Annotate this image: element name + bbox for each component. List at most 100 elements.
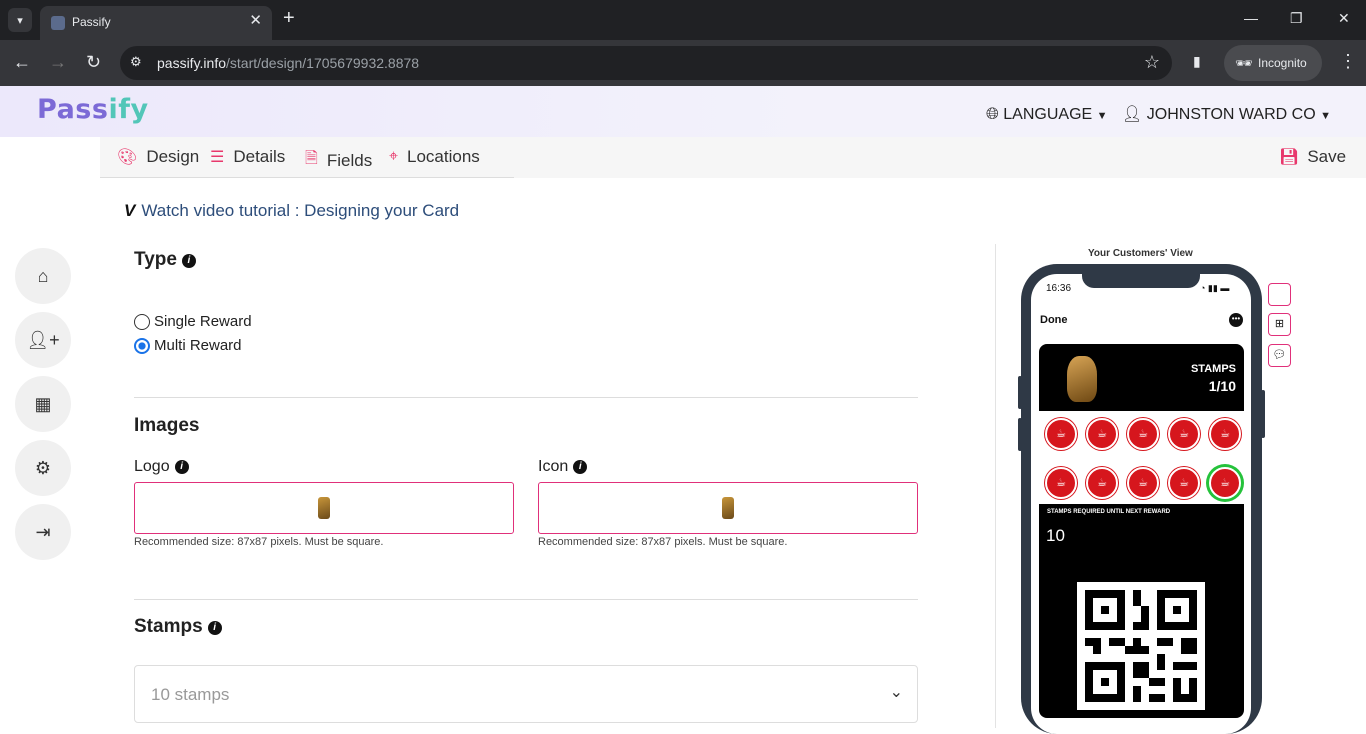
stamps-select[interactable]: 10 stamps ⌄: [134, 665, 918, 723]
tab-locations[interactable]: ⌖ Locations: [389, 147, 480, 167]
logo-hint: Recommended size: 87x87 pixels. Must be …: [134, 536, 384, 548]
sidebar-dashboard-button[interactable]: ▦: [15, 376, 71, 432]
message-preview-button[interactable]: 💬︎: [1268, 344, 1291, 367]
coffee-stamp-icon: ☕︎: [1209, 418, 1241, 450]
sidebar-add-user-button[interactable]: 👤︎+: [15, 312, 71, 368]
qr-code: [1077, 582, 1205, 710]
radio-circle[interactable]: [134, 313, 150, 330]
map-pin-icon: ⌖: [389, 148, 399, 165]
side-panel-icon[interactable]: ▮: [1193, 53, 1201, 70]
coffee-stamp-icon: ☕︎: [1045, 418, 1077, 450]
images-heading: Images: [134, 415, 200, 436]
coffee-stamp-icon: ☕︎: [1209, 467, 1241, 499]
browser-toolbar: ← → ↻ ⚙ passify.info/start/design/170567…: [0, 40, 1366, 86]
apple-preview-button[interactable]: [1268, 283, 1291, 306]
required-value: 10: [1046, 526, 1065, 545]
tab-fields[interactable]: 🗎 Fields: [305, 147, 372, 174]
home-icon: ⌂: [37, 265, 49, 286]
browser-tab-strip: ▾ Passify ✕ + — ❐ ✕: [0, 0, 1366, 40]
address-bar[interactable]: ⚙ passify.info/start/design/1705679932.8…: [120, 46, 1172, 80]
card-logo-image: [1067, 356, 1097, 402]
logo-thumbnail: [318, 497, 330, 519]
file-icon: 🗎: [305, 150, 318, 167]
multi-reward-radio[interactable]: Multi Reward: [134, 337, 242, 354]
icon-upload[interactable]: [538, 482, 918, 534]
incognito-badge[interactable]: 🕶 Incognito: [1224, 45, 1322, 81]
video-tutorial-link[interactable]: V Watch video tutorial : Designing your C…: [124, 201, 459, 221]
design-subnav: 🎨︎ Design ☰ Details 🗎 Fields ⌖ Locations 💾︎ S…: [100, 137, 1366, 178]
coffee-stamp-icon: ☕︎: [1127, 418, 1159, 450]
android-preview-button[interactable]: ⊞: [1268, 313, 1291, 336]
sidebar-home-button[interactable]: ⌂: [15, 248, 71, 304]
icon-thumbnail: [722, 497, 734, 519]
incognito-label: Incognito: [1258, 56, 1307, 70]
info-icon[interactable]: i: [573, 460, 588, 474]
logo-upload[interactable]: [134, 482, 514, 534]
dashboard-icon: ▦: [34, 393, 52, 414]
language-dropdown[interactable]: 🌐︎ LANGUAGE ▼: [986, 106, 1108, 124]
coffee-stamp-icon: ☕︎: [1127, 467, 1159, 499]
user-icon: 👤︎: [1122, 106, 1143, 123]
android-icon: ⊞: [1274, 318, 1285, 330]
phone-status-icons: ◔ ▮▮ ▬: [1200, 283, 1230, 293]
url-text: passify.info/start/design/1705679932.887…: [157, 55, 420, 71]
save-button[interactable]: 💾︎ Save: [1279, 147, 1346, 167]
stamps-heading: Stamps i: [134, 616, 222, 638]
subnav-underline: [100, 177, 514, 178]
back-icon[interactable]: ←: [13, 52, 31, 73]
preview-divider: [995, 244, 996, 728]
site-info-icon[interactable]: ⚙: [130, 54, 142, 70]
phone-done-button: Done: [1040, 314, 1068, 326]
sidebar-logout-button[interactable]: ⇥: [15, 504, 71, 560]
incognito-icon: 🕶: [1235, 55, 1253, 71]
single-reward-radio[interactable]: Single Reward: [134, 313, 252, 330]
stamp-strip: ☕︎ ☕︎ ☕︎ ☕︎ ☕︎ ☕︎ ☕︎ ☕︎ ☕︎ ☕︎: [1039, 411, 1244, 504]
info-icon[interactable]: i: [174, 460, 189, 474]
logo-label: Logo i: [134, 458, 189, 476]
browser-menu-icon[interactable]: ⋮: [1339, 51, 1357, 72]
forward-icon[interactable]: →: [49, 52, 67, 73]
chevron-down-icon: ⌄: [889, 684, 903, 701]
divider: [134, 599, 918, 600]
sidebar-settings-button[interactable]: ⚙: [15, 440, 71, 496]
tab-design[interactable]: 🎨︎ Design: [117, 147, 199, 167]
close-tab-icon[interactable]: ✕: [249, 11, 262, 29]
passify-logo[interactable]: Passify: [37, 94, 149, 125]
user-dropdown[interactable]: 👤︎ JOHNSTON WARD CO ▼: [1122, 104, 1331, 124]
settings-icon: ⚙: [34, 457, 52, 478]
globe-icon: 🌐︎: [986, 106, 999, 123]
loyalty-card-preview: STAMPS 1/10 ☕︎ ☕︎ ☕︎ ☕︎ ☕︎ ☕︎ ☕︎ ☕︎ ☕︎ ☕…: [1039, 344, 1244, 718]
chat-icon: 💬︎: [1272, 349, 1287, 361]
bookmark-star-icon[interactable]: ☆: [1144, 52, 1160, 73]
caret-down-icon: ▼: [1096, 110, 1108, 122]
radio-circle-selected[interactable]: [134, 337, 150, 354]
info-icon[interactable]: i: [207, 621, 222, 635]
coffee-stamp-icon: ☕︎: [1086, 418, 1118, 450]
save-icon: 💾︎: [1279, 149, 1300, 166]
coffee-stamp-icon: ☕︎: [1168, 467, 1200, 499]
stamps-value: 1/10: [1208, 378, 1236, 394]
preview-title: Your Customers' View: [1088, 248, 1193, 259]
tab-search-icon[interactable]: ▾: [8, 8, 32, 32]
caret-down-icon: ▼: [1320, 110, 1331, 122]
coffee-stamp-icon: ☕︎: [1086, 467, 1118, 499]
restore-icon[interactable]: ❐: [1290, 10, 1303, 27]
divider: [134, 397, 918, 398]
stamps-select-value: 10 stamps: [151, 685, 230, 704]
logout-icon: ⇥: [35, 521, 51, 542]
new-tab-icon[interactable]: +: [283, 7, 295, 30]
browser-tab[interactable]: Passify ✕: [40, 6, 272, 40]
palette-icon: 🎨︎: [117, 149, 138, 166]
coffee-stamp-icon: ☕︎: [1168, 418, 1200, 450]
list-icon: ☰: [210, 149, 225, 166]
tab-details[interactable]: ☰ Details: [210, 147, 285, 167]
minimize-icon[interactable]: —: [1244, 10, 1258, 26]
tab-title: Passify: [72, 15, 111, 29]
icon-hint: Recommended size: 87x87 pixels. Must be …: [538, 536, 788, 548]
info-icon[interactable]: i: [181, 254, 196, 268]
add-user-icon: 👤︎+: [26, 329, 60, 350]
icon-label: Icon i: [538, 458, 588, 476]
stamps-label: STAMPS: [1190, 363, 1236, 375]
reload-icon[interactable]: ↻: [86, 52, 101, 73]
close-window-icon[interactable]: ✕: [1338, 10, 1350, 27]
